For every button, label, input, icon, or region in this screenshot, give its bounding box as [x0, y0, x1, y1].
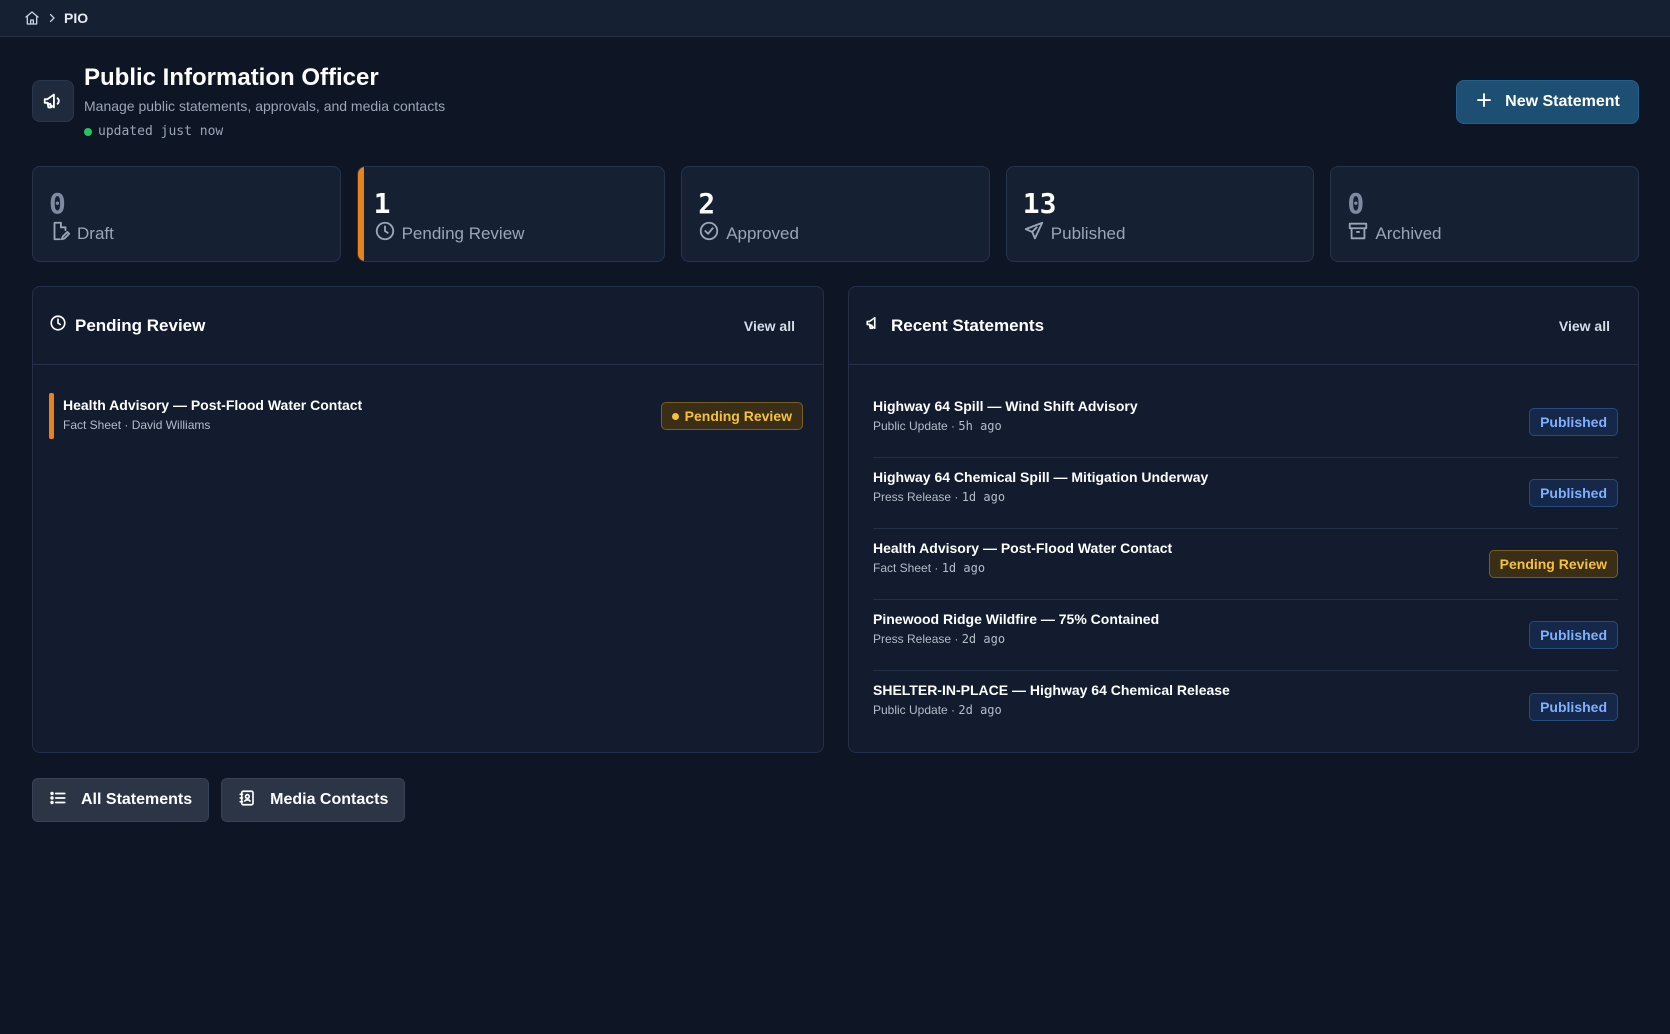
- file-pen-icon: [49, 220, 71, 247]
- page-title: Public Information Officer: [84, 64, 379, 91]
- pending-review-panel: Pending Review View all Health Advisory …: [32, 286, 824, 753]
- updated-status: updated just now: [84, 124, 223, 139]
- all-statements-button[interactable]: All Statements: [32, 778, 210, 822]
- item-type: Public Update ·: [873, 419, 959, 433]
- send-icon: [1023, 220, 1045, 247]
- stat-card-pending-review[interactable]: 1 Pending Review: [356, 166, 666, 262]
- list-item[interactable]: SHELTER-IN-PLACE — Highway 64 Chemical R…: [873, 671, 1618, 742]
- media-contacts-label: Media Contacts: [270, 791, 389, 808]
- stat-value: 0: [49, 187, 66, 220]
- home-icon[interactable]: [24, 10, 40, 26]
- item-time: 2d ago: [958, 703, 1002, 717]
- recent-statements-panel: Recent Statements View all Highway 64 Sp…: [848, 286, 1639, 753]
- status-badge: Published: [1529, 692, 1618, 721]
- status-dot-icon: [84, 127, 92, 136]
- item-time: 5h ago: [958, 419, 1002, 433]
- item-title: SHELTER-IN-PLACE — Highway 64 Chemical R…: [873, 682, 1230, 698]
- check-circle-icon: [698, 220, 720, 247]
- stat-value: 13: [1022, 187, 1057, 220]
- item-type: Fact Sheet ·: [873, 561, 942, 575]
- item-type: Press Release ·: [873, 490, 962, 504]
- item-time: 1d ago: [941, 561, 986, 575]
- megaphone-icon: [865, 314, 883, 337]
- clock-icon: [374, 220, 396, 247]
- status-dot-icon: [671, 412, 679, 420]
- megaphone-icon: [32, 80, 74, 122]
- stat-value: 1: [373, 187, 391, 220]
- archive-icon: [1347, 220, 1369, 247]
- item-type: Public Update ·: [873, 703, 959, 717]
- item-title: Pinewood Ridge Wildfire — 75% Contained: [873, 611, 1160, 627]
- footer-actions: All Statements Media Contacts: [32, 778, 406, 822]
- stat-value: 2: [698, 187, 716, 220]
- page-subtitle: Manage public statements, approvals, and…: [84, 98, 446, 114]
- item-title: Highway 64 Spill — Wind Shift Advisory: [873, 398, 1138, 414]
- chevron-right-icon: [46, 12, 58, 24]
- list-icon: [49, 789, 67, 812]
- item-title: Highway 64 Chemical Spill — Mitigation U…: [873, 469, 1209, 485]
- stat-label: Approved: [726, 223, 799, 243]
- stat-card-published[interactable]: 13 Published: [1005, 166, 1315, 262]
- item-type: Press Release ·: [873, 632, 962, 646]
- breadcrumb: PIO: [0, 0, 1670, 37]
- list-item[interactable]: Highway 64 Chemical Spill — Mitigation U…: [873, 458, 1618, 529]
- stat-card-archived[interactable]: 0 Archived: [1330, 166, 1639, 262]
- stat-label: Draft: [77, 223, 114, 243]
- status-badge: Published: [1529, 621, 1618, 649]
- all-statements-label: All Statements: [81, 791, 193, 808]
- page-header: Public Information Officer Manage public…: [32, 64, 1639, 144]
- media-contacts-button[interactable]: Media Contacts: [221, 778, 406, 822]
- stat-label: Archived: [1375, 223, 1442, 243]
- stat-card-approved[interactable]: 2 Approved: [681, 166, 990, 262]
- status-badge: Published: [1529, 479, 1618, 507]
- item-time: 2d ago: [961, 632, 1006, 646]
- status-badge: Pending Review: [660, 402, 803, 430]
- status-badge: Published: [1529, 408, 1618, 436]
- new-statement-label: New Statement: [1505, 93, 1620, 110]
- stat-label: Pending Review: [401, 223, 525, 243]
- plus-icon: [1475, 91, 1493, 114]
- contact-book-icon: [238, 789, 256, 812]
- panel-title: Recent Statements: [891, 315, 1045, 335]
- status-badge: Pending Review: [1488, 550, 1618, 578]
- breadcrumb-current[interactable]: PIO: [64, 10, 88, 26]
- clock-icon: [49, 314, 67, 337]
- stat-value: 0: [1347, 187, 1365, 220]
- stat-card-draft[interactable]: 0 Draft: [32, 166, 341, 262]
- recent-statements-list: Highway 64 Spill — Wind Shift Advisory P…: [873, 387, 1618, 742]
- view-all-recent-link[interactable]: View all: [1559, 318, 1610, 334]
- list-item[interactable]: Health Advisory — Post-Flood Water Conta…: [873, 529, 1618, 600]
- updated-text: updated just now: [98, 124, 224, 139]
- list-item[interactable]: Health Advisory — Post-Flood Water Conta…: [49, 393, 803, 439]
- new-statement-button[interactable]: New Statement: [1456, 80, 1639, 124]
- panel-title: Pending Review: [75, 315, 206, 335]
- item-time: 1d ago: [961, 490, 1006, 504]
- list-item[interactable]: Pinewood Ridge Wildfire — 75% Contained …: [873, 600, 1618, 671]
- priority-bar: [49, 393, 54, 439]
- stat-label: Published: [1050, 223, 1126, 243]
- list-item[interactable]: Highway 64 Spill — Wind Shift Advisory P…: [873, 387, 1618, 458]
- stats-row: 0 Draft 1 Pending Review 2 Approved 13 P…: [32, 166, 1639, 262]
- view-all-pending-link[interactable]: View all: [744, 318, 795, 334]
